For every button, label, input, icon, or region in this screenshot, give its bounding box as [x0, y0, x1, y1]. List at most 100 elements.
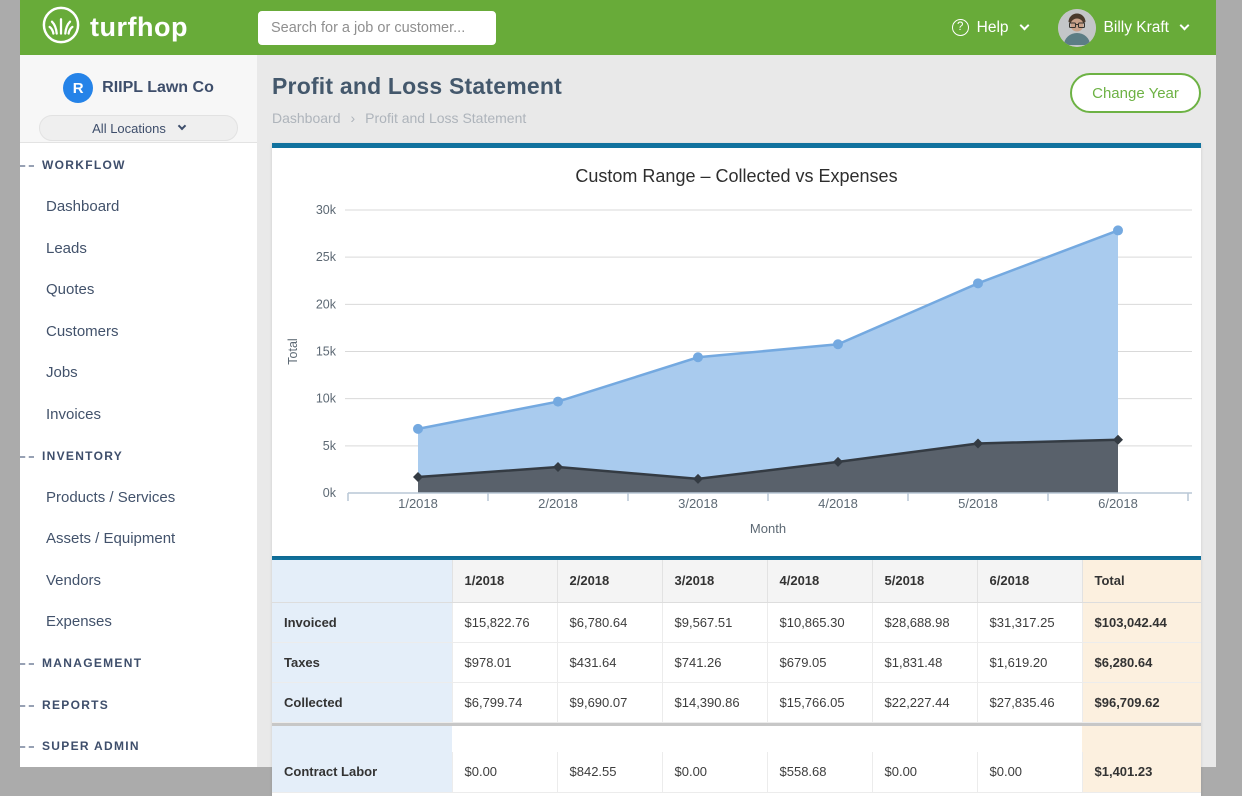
- cell-value: $0.00: [662, 752, 767, 792]
- cell-value: $14,390.86: [662, 682, 767, 722]
- cell-value: $9,690.07: [557, 682, 662, 722]
- user-menu[interactable]: Billy Kraft: [1058, 9, 1188, 47]
- turfhop-logo-icon: [42, 6, 80, 49]
- cell-value: $679.05: [767, 642, 872, 682]
- sidebar-item-products-services[interactable]: Products / Services: [20, 477, 257, 519]
- topbar-right: ? Help Billy Kraft: [952, 9, 1188, 47]
- x-tick-label: 5/2018: [958, 496, 998, 511]
- cell-value: $31,317.25: [977, 602, 1082, 642]
- y-tick-label: 5k: [323, 439, 337, 453]
- sidebar-item-leads[interactable]: Leads: [20, 228, 257, 270]
- sidebar-section-inventory[interactable]: INVENTORY: [20, 435, 257, 477]
- cell-value: $10,865.30: [767, 602, 872, 642]
- tree-dash-icon: [20, 165, 34, 167]
- sidebar-section-super-admin[interactable]: SUPER ADMIN: [20, 726, 257, 768]
- row-total: $1,401.23: [1082, 752, 1201, 792]
- row-total: $6,280.64: [1082, 642, 1201, 682]
- avatar[interactable]: [1058, 9, 1096, 47]
- x-tick-label: 2/2018: [538, 496, 578, 511]
- tree-dash-icon: [20, 456, 34, 458]
- help-label: Help: [977, 19, 1009, 37]
- sidebar-section-label: INVENTORY: [42, 449, 123, 463]
- cell-value: $15,822.76: [452, 602, 557, 642]
- help-menu[interactable]: ? Help: [952, 19, 1028, 37]
- breadcrumb-separator-icon: ›: [351, 110, 356, 126]
- column-header: 3/2018: [662, 560, 767, 602]
- brand[interactable]: turfhop: [42, 6, 258, 49]
- sidebar-section-label: SUPER ADMIN: [42, 739, 140, 753]
- data-point-collected[interactable]: [1113, 225, 1123, 235]
- data-point-collected[interactable]: [413, 424, 423, 434]
- data-point-collected[interactable]: [693, 352, 703, 362]
- breadcrumb: Dashboard › Profit and Loss Statement: [272, 110, 562, 126]
- data-point-collected[interactable]: [973, 278, 983, 288]
- company[interactable]: R RIIPL Lawn Co: [20, 73, 257, 103]
- cell-value: $15,766.05: [767, 682, 872, 722]
- column-header: Total: [1082, 560, 1201, 602]
- row-total: $103,042.44: [1082, 602, 1201, 642]
- tree-dash-icon: [20, 746, 34, 748]
- cell-value: $22,227.44: [872, 682, 977, 722]
- sidebar-item-assets-equipment[interactable]: Assets / Equipment: [20, 518, 257, 560]
- table-row-invoiced: Invoiced$15,822.76$6,780.64$9,567.51$10,…: [272, 602, 1201, 642]
- y-tick-label: 0k: [323, 486, 337, 500]
- change-year-button[interactable]: Change Year: [1070, 73, 1201, 113]
- chevron-down-icon: [178, 122, 186, 130]
- area-chart: 0k5k10k15k20k25k30k1/20182/20183/20184/2…: [272, 148, 1201, 556]
- sidebar: R RIIPL Lawn Co All Locations WORKFLOWDa…: [20, 55, 257, 767]
- sidebar-company-panel: R RIIPL Lawn Co All Locations: [20, 55, 257, 143]
- y-tick-label: 25k: [316, 250, 337, 264]
- company-avatar: R: [63, 73, 93, 103]
- sidebar-item-customers[interactable]: Customers: [20, 311, 257, 353]
- cell-value: $842.55: [557, 752, 662, 792]
- window-edge-left: [0, 0, 20, 767]
- sidebar-item-jobs[interactable]: Jobs: [20, 352, 257, 394]
- column-header: 1/2018: [452, 560, 557, 602]
- page-title: Profit and Loss Statement: [272, 73, 562, 100]
- location-selector[interactable]: All Locations: [39, 115, 238, 141]
- sidebar-item-vendors[interactable]: Vendors: [20, 560, 257, 602]
- x-axis-title: Month: [750, 521, 786, 536]
- column-header: 4/2018: [767, 560, 872, 602]
- sidebar-section-reports[interactable]: REPORTS: [20, 684, 257, 726]
- cell-value: $6,780.64: [557, 602, 662, 642]
- sidebar-section-label: MANAGEMENT: [42, 656, 142, 670]
- sidebar-menu: WORKFLOWDashboardLeadsQuotesCustomersJob…: [20, 143, 257, 768]
- tree-dash-icon: [20, 663, 34, 665]
- data-point-collected[interactable]: [833, 339, 843, 349]
- main-content: Profit and Loss Statement Dashboard › Pr…: [257, 55, 1216, 767]
- column-header: 5/2018: [872, 560, 977, 602]
- x-tick-label: 6/2018: [1098, 496, 1138, 511]
- cell-value: $0.00: [977, 752, 1082, 792]
- sidebar-section-management[interactable]: MANAGEMENT: [20, 643, 257, 685]
- chevron-down-icon: [1019, 21, 1029, 31]
- cell-value: $1,831.48: [872, 642, 977, 682]
- sidebar-section-workflow[interactable]: WORKFLOW: [20, 145, 257, 187]
- brand-name: turfhop: [90, 12, 188, 43]
- row-total: $96,709.62: [1082, 682, 1201, 722]
- cell-value: $28,688.98: [872, 602, 977, 642]
- row-label: Contract Labor: [272, 752, 452, 792]
- table-spacer-row: [272, 726, 1201, 752]
- y-tick-label: 20k: [316, 297, 337, 311]
- sidebar-item-quotes[interactable]: Quotes: [20, 269, 257, 311]
- search-input[interactable]: [258, 11, 496, 45]
- company-name: RIIPL Lawn Co: [102, 79, 214, 97]
- sidebar-item-expenses[interactable]: Expenses: [20, 601, 257, 643]
- cell-value: $9,567.51: [662, 602, 767, 642]
- breadcrumb-dashboard[interactable]: Dashboard: [272, 110, 341, 126]
- sidebar-item-dashboard[interactable]: Dashboard: [20, 186, 257, 228]
- x-tick-label: 4/2018: [818, 496, 858, 511]
- cell-value: $0.00: [872, 752, 977, 792]
- tree-dash-icon: [20, 705, 34, 707]
- column-header: [272, 560, 452, 602]
- y-tick-label: 30k: [316, 203, 337, 217]
- table-header-row: 1/20182/20183/20184/20185/20186/2018Tota…: [272, 560, 1201, 602]
- data-point-collected[interactable]: [553, 397, 563, 407]
- table-row-contract-labor: Contract Labor$0.00$842.55$0.00$558.68$0…: [272, 752, 1201, 792]
- table-row-taxes: Taxes$978.01$431.64$741.26$679.05$1,831.…: [272, 642, 1201, 682]
- column-header: 2/2018: [557, 560, 662, 602]
- cell-value: $27,835.46: [977, 682, 1082, 722]
- sidebar-item-invoices[interactable]: Invoices: [20, 394, 257, 436]
- y-tick-label: 10k: [316, 392, 337, 406]
